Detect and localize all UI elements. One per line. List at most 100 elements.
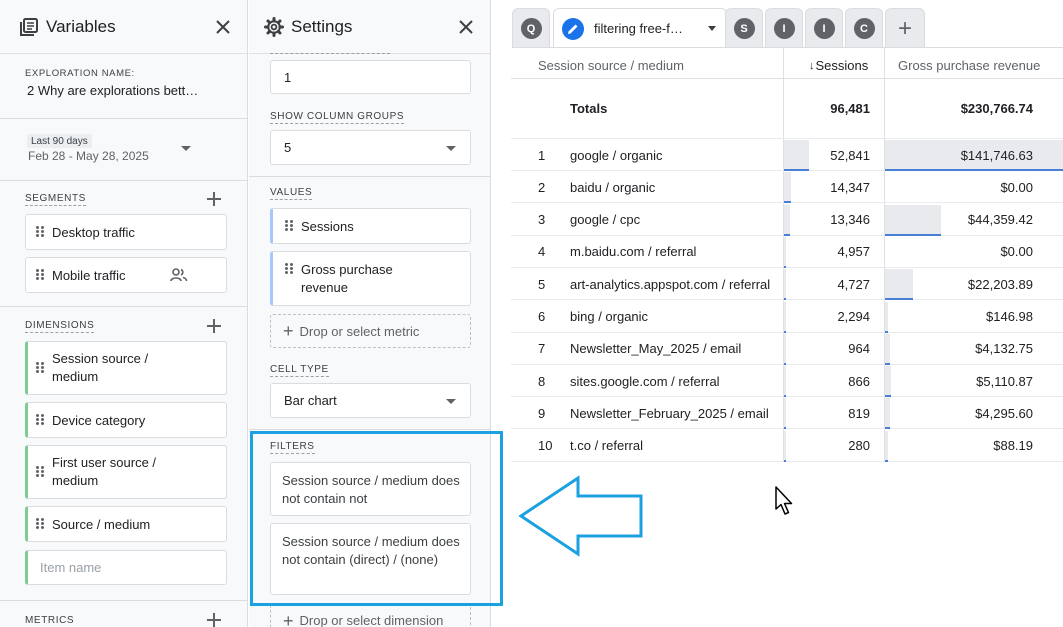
- header-sessions[interactable]: ↓ Sessions: [809, 58, 868, 73]
- tab-active[interactable]: filtering free-f…: [553, 8, 727, 48]
- table-row[interactable]: 8 sites.google.com / referral 866 $5,110.87: [511, 365, 1063, 398]
- filter-not-contain-not[interactable]: Session source / medium does not contain…: [270, 462, 471, 516]
- date-dropdown-icon[interactable]: [181, 146, 191, 151]
- row-source-medium[interactable]: t.co / referral: [570, 430, 643, 462]
- row-source-medium[interactable]: baidu / organic: [570, 171, 655, 203]
- row-revenue: $0.00: [1000, 179, 1033, 195]
- row-source-medium[interactable]: bing / organic: [570, 301, 648, 333]
- chevron-down-icon: [446, 398, 456, 404]
- row-revenue: $141,746.63: [960, 147, 1033, 163]
- row-index: 5: [538, 276, 546, 292]
- add-tab-button[interactable]: +: [885, 8, 925, 48]
- table-row[interactable]: 2 baidu / organic 14,347 $0.00: [511, 171, 1063, 204]
- row-sessions: 2,294: [837, 309, 870, 324]
- segment-mobile-traffic[interactable]: Mobile traffic: [25, 257, 227, 293]
- table-row[interactable]: 4 m.baidu.com / referral 4,957 $0.00: [511, 236, 1063, 268]
- drag-handle-icon[interactable]: [285, 220, 293, 232]
- row-index: 8: [538, 373, 546, 389]
- table-row[interactable]: 3 google / cpc 13,346 $44,359.42: [511, 204, 1063, 236]
- value-label: Sessions: [301, 218, 354, 234]
- close-variables-icon[interactable]: [211, 15, 235, 39]
- header-gross-purchase-revenue[interactable]: Gross purchase revenue: [898, 58, 1040, 73]
- row-source-medium[interactable]: m.baidu.com / referral: [570, 236, 696, 268]
- row-revenue: $5,110.87: [976, 373, 1033, 389]
- tab-i-2[interactable]: I: [805, 8, 843, 48]
- add-metric-icon[interactable]: [206, 612, 222, 627]
- tab-letter: Q: [520, 18, 542, 39]
- item-name-input[interactable]: Item name: [25, 550, 227, 585]
- tab-letter: I: [813, 18, 835, 39]
- gear-icon: [263, 16, 285, 38]
- table-row[interactable]: 10 t.co / referral 280 $88.19: [511, 430, 1063, 462]
- drag-handle-icon[interactable]: [36, 362, 44, 374]
- value-sessions[interactable]: Sessions: [270, 208, 471, 244]
- drag-handle-icon[interactable]: [36, 518, 44, 530]
- row-revenue: $146.98: [986, 309, 1033, 324]
- drag-handle-icon[interactable]: [36, 414, 44, 426]
- row-source-medium[interactable]: Newsletter_February_2025 / email: [570, 397, 769, 429]
- pencil-icon: [562, 17, 584, 40]
- add-dimension-icon[interactable]: [206, 318, 222, 334]
- filter-not-contain-direct-none[interactable]: Session source / medium does not contain…: [270, 523, 471, 595]
- value-gross-purchase-revenue[interactable]: Gross purchase revenue: [270, 251, 471, 306]
- exploration-name-value[interactable]: 2 Why are explorations bett…: [27, 83, 198, 98]
- dimension-device-category[interactable]: Device category: [25, 402, 227, 438]
- row-index: 10: [538, 438, 553, 454]
- date-preset-badge: Last 90 days: [27, 134, 92, 148]
- header-source-medium[interactable]: Session source / medium: [538, 58, 684, 73]
- tab-s[interactable]: S: [725, 8, 763, 48]
- table-row[interactable]: 7 Newsletter_May_2025 / email 964 $4,132.75: [511, 333, 1063, 365]
- filters-label: FILTERS: [270, 441, 315, 454]
- table-row[interactable]: 9 Newsletter_February_2025 / email 819 $4,2…: [511, 397, 1063, 430]
- row-source-medium[interactable]: google / cpc: [570, 204, 640, 236]
- row-index: 3: [538, 212, 546, 228]
- segment-desktop-traffic[interactable]: Desktop traffic: [25, 214, 227, 250]
- section-divider: [249, 176, 490, 177]
- column-groups-select[interactable]: 5: [270, 130, 471, 165]
- add-segment-icon[interactable]: [206, 191, 222, 207]
- row-source-medium[interactable]: art-analytics.appspot.com / referral: [570, 268, 770, 300]
- row-revenue: $88.19: [993, 438, 1033, 454]
- row-source-medium[interactable]: Newsletter_May_2025 / email: [570, 333, 741, 365]
- date-range-section[interactable]: Last 90 days Feb 28 - May 28, 2025: [0, 119, 247, 181]
- table-row[interactable]: 5 art-analytics.appspot.com / referral 4,7…: [511, 268, 1063, 301]
- row-index: 2: [538, 179, 546, 195]
- row-source-medium[interactable]: sites.google.com / referral: [570, 365, 720, 397]
- close-settings-icon[interactable]: [454, 15, 478, 39]
- dimension-first-user-source-medium[interactable]: First user source / medium: [25, 445, 227, 499]
- row-sessions: 4,957: [837, 244, 870, 260]
- tab-i-1[interactable]: I: [765, 8, 803, 48]
- drop-dimension-target[interactable]: + Drop or select dimension: [270, 604, 471, 627]
- dimension-label: First user source / medium: [52, 455, 157, 488]
- tab-menu-icon[interactable]: [708, 26, 716, 31]
- row-index: 4: [538, 244, 546, 260]
- row-sessions: 964: [848, 341, 870, 357]
- dimension-source-medium[interactable]: Source / medium: [25, 506, 227, 542]
- value-label: Gross purchase revenue: [301, 261, 393, 295]
- segments-label: SEGMENTS: [25, 192, 86, 206]
- table-row[interactable]: 1 google / organic 52,841 $141,746.63: [511, 139, 1063, 171]
- tab-c[interactable]: C: [845, 8, 883, 48]
- drag-handle-icon[interactable]: [36, 269, 44, 281]
- cell-type-select[interactable]: Bar chart: [270, 383, 471, 418]
- drag-handle-icon[interactable]: [36, 226, 44, 238]
- row-revenue: $44,359.42: [967, 212, 1033, 228]
- settings-panel: Settings 1 SHOW COLUMN GROUPS 5 VALUES S…: [249, 0, 491, 627]
- table-row[interactable]: 6 bing / organic 2,294 $146.98: [511, 301, 1063, 333]
- tab-letter: I: [773, 18, 795, 39]
- drop-metric-target[interactable]: + Drop or select metric: [270, 314, 471, 348]
- variables-panel: Variables EXPLORATION NAME: 2 Why are ex…: [0, 0, 248, 627]
- drag-handle-icon[interactable]: [285, 263, 293, 275]
- values-label: VALUES: [270, 187, 313, 200]
- dimensions-section: DIMENSIONS Session source / medium Devic…: [0, 307, 247, 601]
- tab-active-label: filtering free-f…: [594, 21, 683, 36]
- row-index: 9: [538, 405, 546, 421]
- plus-icon: +: [283, 611, 294, 627]
- row-source-medium[interactable]: google / organic: [570, 139, 663, 171]
- column-groups-value: 5: [284, 140, 292, 155]
- variables-title: Variables: [46, 16, 116, 36]
- start-row-input[interactable]: 1: [270, 60, 471, 94]
- tab-q[interactable]: Q: [512, 8, 550, 48]
- dimension-session-source-medium[interactable]: Session source / medium: [25, 341, 227, 395]
- drag-handle-icon[interactable]: [36, 466, 44, 478]
